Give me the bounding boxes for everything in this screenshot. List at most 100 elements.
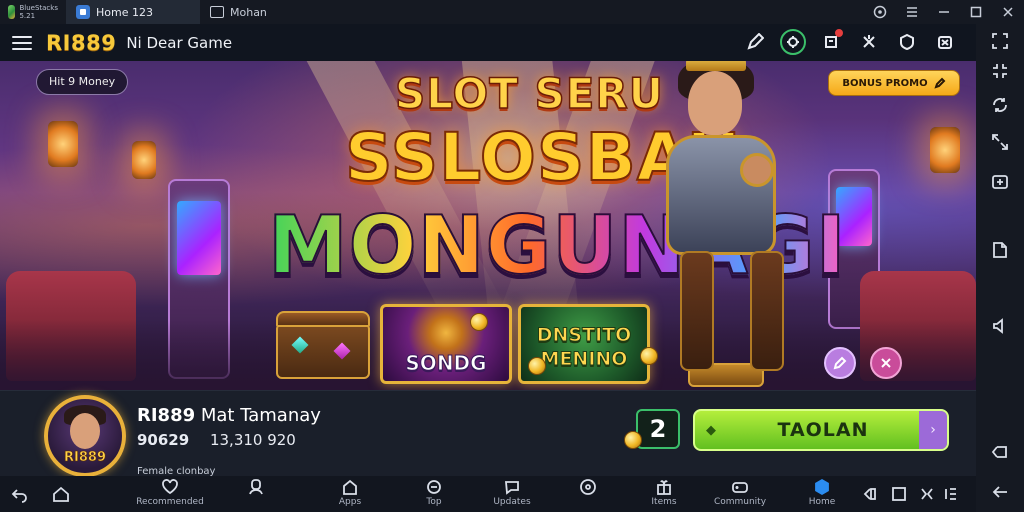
recent-apps-icon[interactable] — [888, 483, 910, 505]
maximize-icon[interactable] — [960, 0, 992, 24]
nav-items[interactable]: Items — [622, 478, 706, 512]
game-avatar[interactable]: RI889 — [44, 395, 126, 477]
emulator-version: BlueStacks 5.21 — [19, 4, 58, 20]
app-brand[interactable]: RI889 — [46, 31, 116, 55]
tab-window-icon — [210, 6, 224, 18]
controls-icon[interactable] — [856, 29, 882, 55]
nav-community[interactable]: Community — [698, 478, 782, 512]
game-tile-label: DNSTITO MENINO — [536, 323, 632, 375]
nav-disc[interactable] — [546, 478, 630, 512]
disc-icon — [580, 479, 596, 495]
fullscreen-icon[interactable] — [988, 29, 1012, 53]
overview-icon[interactable] — [858, 483, 880, 505]
gift-box-icon[interactable] — [932, 29, 958, 55]
pen-icon[interactable] — [742, 29, 768, 55]
edit-icon[interactable] — [824, 347, 856, 379]
close-icon[interactable] — [992, 0, 1024, 24]
expand-icon[interactable] — [870, 347, 902, 379]
game-tile-label-line1: DNSTITO — [536, 324, 632, 347]
header-actions — [742, 29, 958, 55]
coin-icon — [624, 431, 642, 449]
players-online-pill[interactable]: Hit 9 Money — [36, 69, 129, 95]
game-icon — [427, 480, 441, 494]
hero-banner[interactable]: Hit 9 Money BONUS PROMO SLOT SERU SSLOSB… — [0, 61, 976, 390]
pencil-icon — [934, 77, 946, 89]
nav-label: Items — [651, 497, 677, 507]
chat-icon — [505, 481, 519, 495]
bottom-navigation: Recommended Apps Top Updates Items Commu… — [0, 476, 976, 512]
tab-label: Home 123 — [96, 5, 153, 19]
nav-profile[interactable] — [214, 478, 298, 512]
hamburger-menu-icon[interactable] — [12, 35, 32, 50]
wall-lamp-image — [48, 121, 78, 167]
tab-home[interactable]: Home 123 — [66, 0, 200, 24]
treasure-chest-image — [276, 311, 370, 379]
wall-lamp-image — [132, 141, 156, 179]
keyboard-icon[interactable] — [940, 483, 962, 505]
nav-label: Apps — [338, 497, 362, 507]
play-arrow-icon: ◆ — [706, 422, 716, 438]
system-back-icon[interactable] — [8, 483, 30, 505]
window-controls — [864, 0, 1024, 24]
rotate-icon[interactable] — [988, 93, 1012, 117]
notification-badge — [835, 29, 843, 37]
notification-icon[interactable] — [818, 29, 844, 55]
coin-image — [528, 357, 546, 375]
screenshot-icon[interactable] — [988, 170, 1012, 194]
nav-label: Community — [713, 497, 767, 507]
app-header: RI889 Ni Dear Game — [0, 24, 976, 61]
game-avatar-text: RI889 — [64, 450, 107, 466]
bluestacks-logo-icon — [8, 5, 16, 19]
promo-button[interactable]: BONUS PROMO — [828, 70, 960, 96]
gift-icon — [657, 480, 671, 495]
resize-icon[interactable] — [988, 130, 1012, 154]
user-icon — [249, 479, 263, 495]
emulator-logo[interactable]: BlueStacks 5.21 — [0, 0, 66, 24]
heart-icon — [162, 479, 178, 495]
multi-window-icon[interactable] — [916, 483, 938, 505]
game-rating: 90629 — [137, 431, 190, 449]
promo-label: BONUS PROMO — [842, 77, 928, 89]
nav-label: Home — [808, 497, 836, 507]
nav-updates[interactable]: Updates — [470, 478, 554, 512]
controller-icon — [732, 482, 748, 493]
play-button-label: TAOLAN — [777, 419, 869, 441]
game-tile-label: SONDG — [405, 351, 487, 376]
cube-icon — [815, 478, 829, 496]
warrior-character-image — [640, 61, 810, 383]
game-downloads: 13,310 920 — [209, 431, 296, 449]
nav-top[interactable]: Top — [392, 478, 476, 512]
game-stats: 90629 13,310 920 — [137, 431, 296, 449]
sidebar-back-icon[interactable] — [988, 480, 1012, 504]
game-title-rest: Mat Tamanay — [200, 405, 321, 426]
chevron-right-icon[interactable]: › — [919, 411, 947, 449]
system-home-icon[interactable] — [50, 483, 72, 505]
game-info-panel: RI889 RI889 Mat Tamanay 90629 13,310 920… — [0, 390, 976, 477]
window-titlebar: BlueStacks 5.21 Home 123 Mohan — [0, 0, 1024, 24]
coin-image — [470, 313, 488, 331]
tab-mohan[interactable]: Mohan — [200, 0, 314, 24]
nav-label: Top — [426, 497, 442, 507]
game-tile-label-line2: MENINO — [540, 348, 628, 371]
banner-title-line1: SLOT SERU — [394, 68, 664, 119]
nav-label: Recommended — [136, 497, 204, 507]
menu-icon[interactable] — [896, 0, 928, 24]
app-subtitle: Ni Dear Game — [126, 33, 233, 52]
minimize-icon[interactable] — [928, 0, 960, 24]
shield-icon[interactable] — [894, 29, 920, 55]
nav-home[interactable]: Home — [780, 478, 864, 512]
nav-label: Updates — [493, 497, 531, 507]
game-tile-sondg[interactable]: SONDG — [380, 304, 512, 384]
folder-icon[interactable] — [988, 238, 1012, 262]
tab-label: Mohan — [230, 5, 267, 19]
shrink-icon[interactable] — [988, 59, 1012, 83]
back-nav-icon[interactable] — [988, 440, 1012, 464]
quantity-counter[interactable]: 2 — [636, 409, 680, 449]
nav-apps[interactable]: Apps — [308, 478, 392, 512]
volume-icon[interactable] — [988, 314, 1012, 338]
home-icon — [343, 479, 357, 495]
gamepad-icon[interactable] — [780, 29, 806, 55]
help-icon[interactable] — [864, 0, 896, 24]
nav-recommended[interactable]: Recommended — [128, 478, 212, 512]
play-button[interactable]: ◆ TAOLAN › — [693, 409, 949, 451]
